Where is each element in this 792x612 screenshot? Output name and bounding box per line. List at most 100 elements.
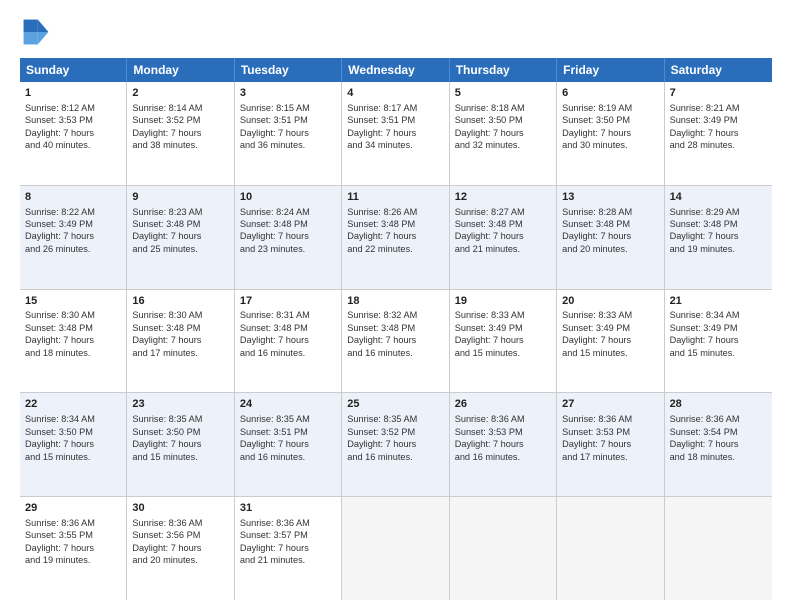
day-info-line: and 15 minutes. [132,452,197,462]
day-info-line: Sunset: 3:52 PM [132,115,200,125]
day-cell-13: 13Sunrise: 8:28 AMSunset: 3:48 PMDayligh… [557,186,664,289]
day-info-line: Sunset: 3:49 PM [25,219,93,229]
day-cell-3: 3Sunrise: 8:15 AMSunset: 3:51 PMDaylight… [235,82,342,185]
day-cell-11: 11Sunrise: 8:26 AMSunset: 3:48 PMDayligh… [342,186,449,289]
day-info-line: Sunrise: 8:30 AM [132,310,202,320]
day-info-line: and 18 minutes. [25,348,90,358]
day-cell-23: 23Sunrise: 8:35 AMSunset: 3:50 PMDayligh… [127,393,234,496]
day-info-line: Sunrise: 8:35 AM [240,414,310,424]
header-day-sunday: Sunday [20,58,127,82]
day-info-line: Daylight: 7 hours [240,128,309,138]
day-info-line: Daylight: 7 hours [670,128,739,138]
day-number: 28 [670,397,767,412]
day-info-line: and 19 minutes. [25,555,90,565]
day-info-line: Daylight: 7 hours [25,335,94,345]
calendar-body: 1Sunrise: 8:12 AMSunset: 3:53 PMDaylight… [20,82,772,600]
day-info-line: Sunrise: 8:36 AM [240,518,310,528]
day-number: 21 [670,294,767,309]
day-number: 27 [562,397,658,412]
day-info-line: and 16 minutes. [240,348,305,358]
day-info-line: Sunset: 3:48 PM [132,219,200,229]
day-info-line: Sunset: 3:49 PM [670,323,738,333]
day-info-line: Sunrise: 8:19 AM [562,103,632,113]
day-number: 24 [240,397,336,412]
day-info-line: Sunset: 3:55 PM [25,530,93,540]
day-info-line: Daylight: 7 hours [132,439,201,449]
day-cell-22: 22Sunrise: 8:34 AMSunset: 3:50 PMDayligh… [20,393,127,496]
day-info-line: and 17 minutes. [132,348,197,358]
day-cell-29: 29Sunrise: 8:36 AMSunset: 3:55 PMDayligh… [20,497,127,600]
day-info-line: Sunrise: 8:30 AM [25,310,95,320]
day-info-line: Daylight: 7 hours [670,231,739,241]
day-info-line: and 36 minutes. [240,140,305,150]
day-info-line: Sunrise: 8:35 AM [347,414,417,424]
day-number: 16 [132,294,228,309]
day-info-line: Sunrise: 8:17 AM [347,103,417,113]
day-number: 20 [562,294,658,309]
day-number: 31 [240,501,336,516]
day-info-line: Daylight: 7 hours [347,335,416,345]
day-info-line: Daylight: 7 hours [455,439,524,449]
day-number: 18 [347,294,443,309]
day-cell-18: 18Sunrise: 8:32 AMSunset: 3:48 PMDayligh… [342,290,449,393]
day-cell-1: 1Sunrise: 8:12 AMSunset: 3:53 PMDaylight… [20,82,127,185]
day-cell-9: 9Sunrise: 8:23 AMSunset: 3:48 PMDaylight… [127,186,234,289]
day-info-line: Sunset: 3:48 PM [240,219,308,229]
day-info-line: and 17 minutes. [562,452,627,462]
day-cell-4: 4Sunrise: 8:17 AMSunset: 3:51 PMDaylight… [342,82,449,185]
day-info-line: Sunset: 3:48 PM [132,323,200,333]
day-info-line: and 20 minutes. [132,555,197,565]
day-number: 9 [132,190,228,205]
empty-cell [450,497,557,600]
day-number: 5 [455,86,551,101]
day-info-line: Sunset: 3:53 PM [562,427,630,437]
day-info-line: Sunrise: 8:34 AM [670,310,740,320]
day-info-line: Daylight: 7 hours [455,335,524,345]
day-info-line: Daylight: 7 hours [132,128,201,138]
day-info-line: Daylight: 7 hours [240,335,309,345]
day-info-line: Sunset: 3:49 PM [670,115,738,125]
day-info-line: Daylight: 7 hours [562,439,631,449]
day-info-line: Sunset: 3:52 PM [347,427,415,437]
header-day-friday: Friday [557,58,664,82]
day-info-line: Daylight: 7 hours [455,231,524,241]
day-number: 17 [240,294,336,309]
day-info-line: Sunset: 3:48 PM [562,219,630,229]
empty-cell [342,497,449,600]
day-cell-30: 30Sunrise: 8:36 AMSunset: 3:56 PMDayligh… [127,497,234,600]
day-info-line: Sunset: 3:48 PM [25,323,93,333]
day-cell-7: 7Sunrise: 8:21 AMSunset: 3:49 PMDaylight… [665,82,772,185]
day-info-line: and 23 minutes. [240,244,305,254]
day-cell-24: 24Sunrise: 8:35 AMSunset: 3:51 PMDayligh… [235,393,342,496]
day-info-line: and 16 minutes. [347,452,412,462]
day-number: 8 [25,190,121,205]
day-info-line: Sunrise: 8:18 AM [455,103,525,113]
day-cell-2: 2Sunrise: 8:14 AMSunset: 3:52 PMDaylight… [127,82,234,185]
day-cell-6: 6Sunrise: 8:19 AMSunset: 3:50 PMDaylight… [557,82,664,185]
day-info-line: and 38 minutes. [132,140,197,150]
day-info-line: Sunrise: 8:27 AM [455,207,525,217]
day-info-line: Daylight: 7 hours [670,439,739,449]
day-number: 22 [25,397,121,412]
day-cell-17: 17Sunrise: 8:31 AMSunset: 3:48 PMDayligh… [235,290,342,393]
day-info-line: and 15 minutes. [670,348,735,358]
calendar-row-3: 15Sunrise: 8:30 AMSunset: 3:48 PMDayligh… [20,290,772,394]
day-cell-28: 28Sunrise: 8:36 AMSunset: 3:54 PMDayligh… [665,393,772,496]
day-cell-21: 21Sunrise: 8:34 AMSunset: 3:49 PMDayligh… [665,290,772,393]
empty-cell [665,497,772,600]
day-info-line: and 15 minutes. [25,452,90,462]
day-info-line: and 19 minutes. [670,244,735,254]
day-info-line: Sunrise: 8:36 AM [455,414,525,424]
day-info-line: Sunset: 3:50 PM [562,115,630,125]
day-info-line: Daylight: 7 hours [562,335,631,345]
day-info-line: Sunrise: 8:33 AM [562,310,632,320]
header-day-tuesday: Tuesday [235,58,342,82]
day-number: 15 [25,294,121,309]
day-number: 23 [132,397,228,412]
day-info-line: Daylight: 7 hours [132,231,201,241]
day-info-line: Sunrise: 8:34 AM [25,414,95,424]
day-info-line: Sunrise: 8:22 AM [25,207,95,217]
day-cell-20: 20Sunrise: 8:33 AMSunset: 3:49 PMDayligh… [557,290,664,393]
calendar-row-4: 22Sunrise: 8:34 AMSunset: 3:50 PMDayligh… [20,393,772,497]
day-info-line: Daylight: 7 hours [132,335,201,345]
